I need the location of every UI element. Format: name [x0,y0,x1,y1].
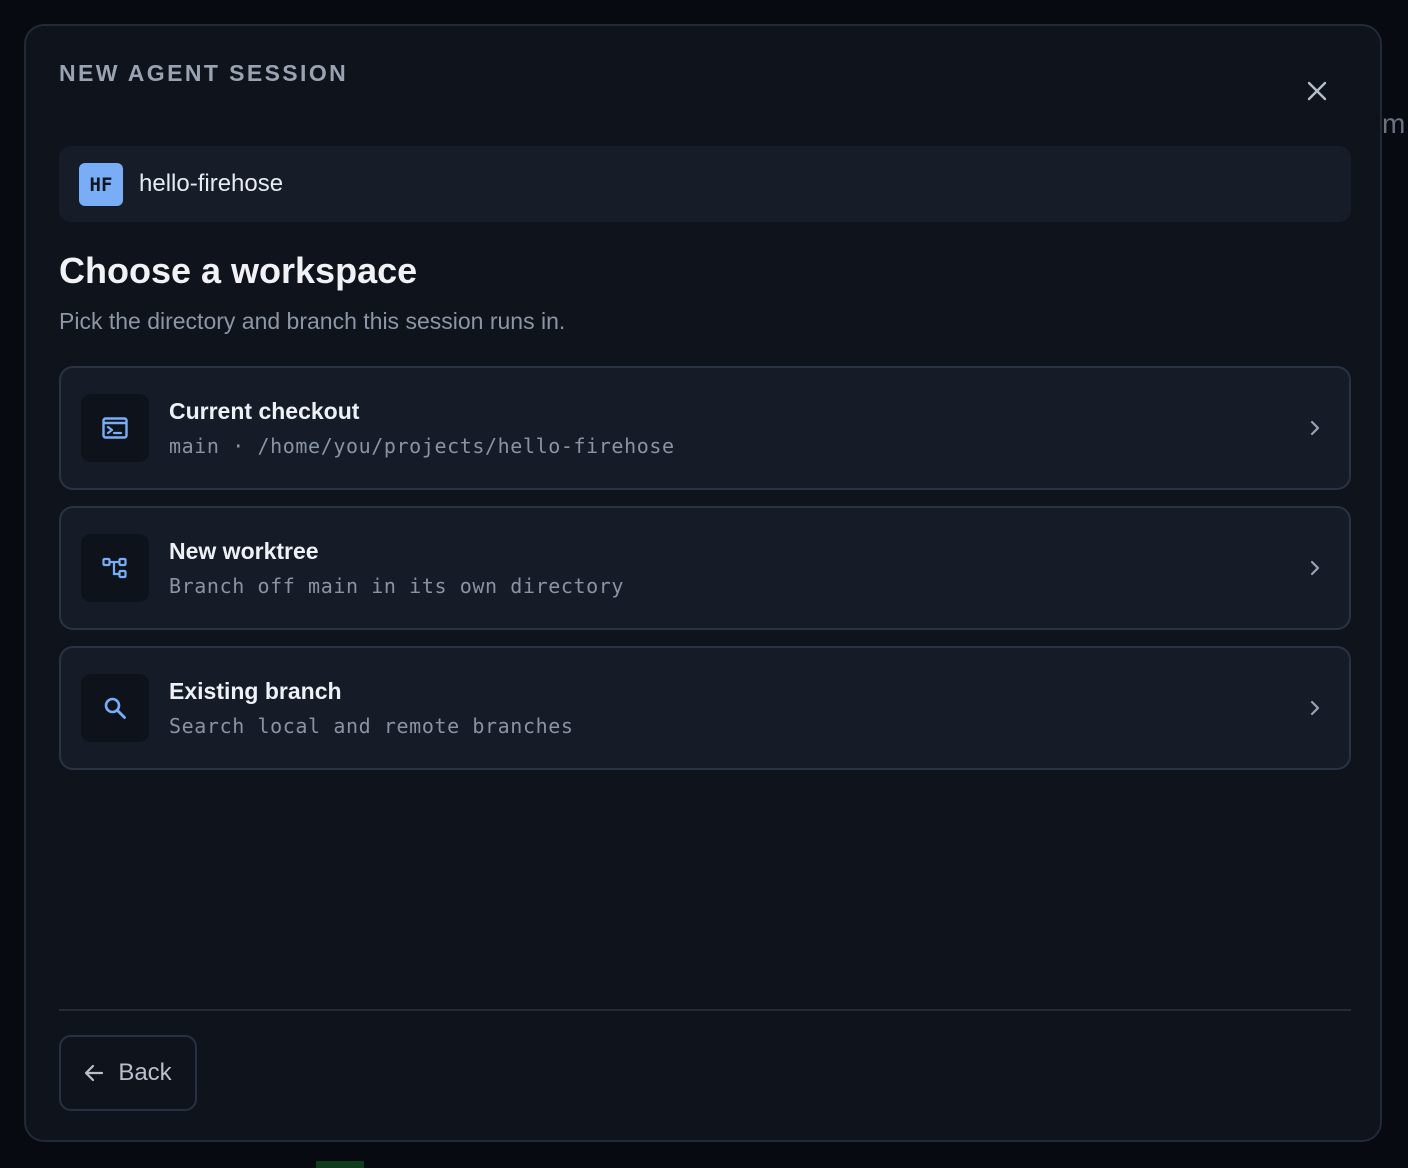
option-title: Existing branch [169,678,342,704]
chevron-right-icon [1305,556,1325,580]
modal-eyebrow: NEW AGENT SESSION [59,60,349,86]
option-title: New worktree [169,538,319,564]
option-description: Branch off main in its own directory [169,574,625,598]
close-icon [1306,80,1328,102]
worktree-icon [102,556,128,580]
terminal-icon [102,417,128,439]
option-description: Search local and remote branches [169,714,574,738]
option-new-worktree[interactable]: New worktree Branch off main in its own … [59,506,1351,630]
back-button-label: Back [118,1059,172,1086]
footer-divider [59,1009,1351,1011]
new-session-modal: NEW AGENT SESSION HF hello-firehose Choo… [24,24,1382,1142]
chevron-right-icon [1305,416,1325,440]
background-status-strip [316,1161,364,1168]
background-peek-text: m [1382,108,1406,139]
back-button[interactable]: Back [59,1035,197,1111]
option-description: main · /home/you/projects/hello-firehose [169,434,675,458]
chevron-right-icon [1305,696,1325,720]
arrow-left-icon [84,1064,104,1082]
option-current-checkout[interactable]: Current checkout main · /home/you/projec… [59,366,1351,490]
project-card: HF hello-firehose [59,146,1351,222]
close-button[interactable] [1298,72,1336,110]
project-badge: HF [79,163,123,206]
option-existing-branch[interactable]: Existing branch Search local and remote … [59,646,1351,770]
page-title: Choose a workspace [59,250,418,291]
page-subtitle: Pick the directory and branch this sessi… [59,308,566,334]
option-title: Current checkout [169,398,360,424]
option-icon-tile [81,394,149,462]
option-icon-tile [81,534,149,602]
option-icon-tile [81,674,149,742]
search-icon [103,696,127,720]
project-name: hello-firehose [139,170,284,197]
